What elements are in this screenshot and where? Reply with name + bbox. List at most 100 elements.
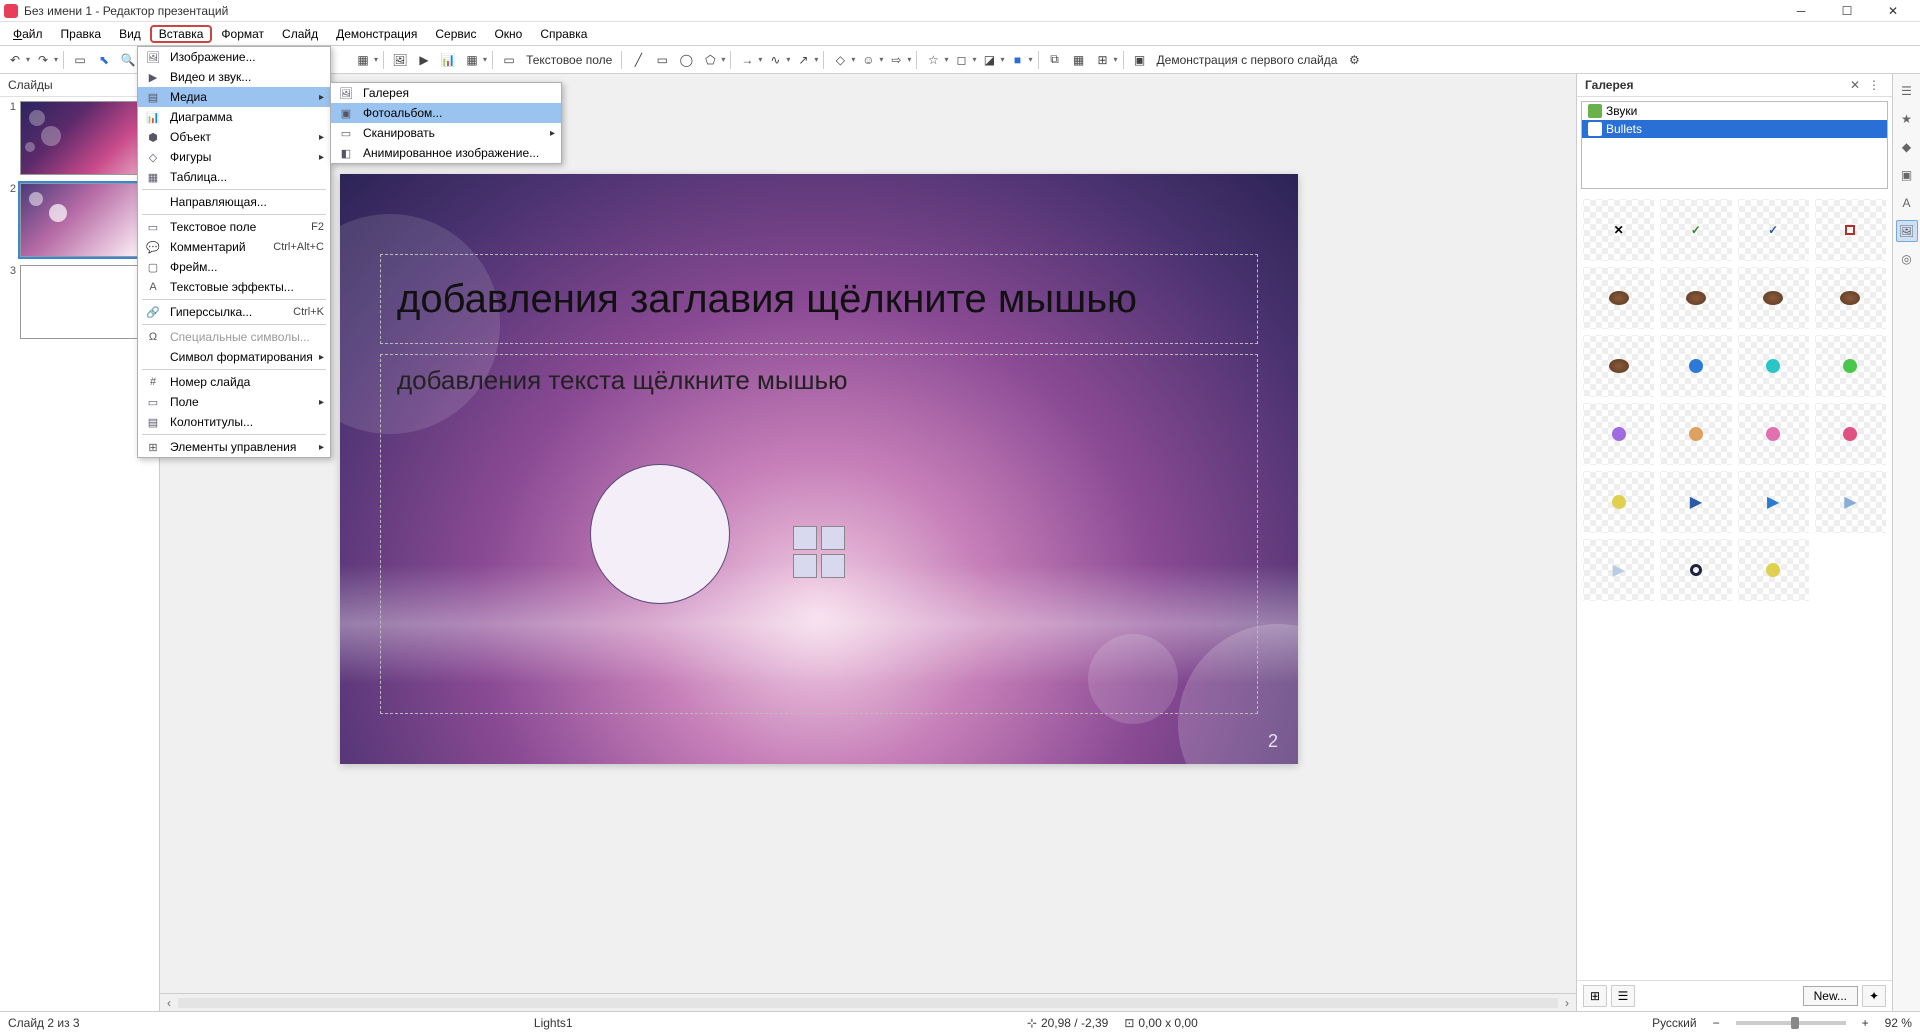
filter-tool[interactable]: ▦ xyxy=(1068,49,1090,71)
menu-item-shapes[interactable]: ◇Фигуры▸ xyxy=(138,147,330,167)
gallery-bullet-item[interactable] xyxy=(1738,335,1809,397)
master-tab[interactable]: ▣ xyxy=(1896,164,1918,186)
gallery-bullet-item[interactable] xyxy=(1815,267,1886,329)
textbox-button[interactable]: ▭ xyxy=(498,49,520,71)
menu-item-object[interactable]: ⬢Объект▸ xyxy=(138,127,330,147)
gallery-menu-button[interactable]: ⋮ xyxy=(1864,78,1884,92)
minimize-button[interactable]: ─ xyxy=(1778,0,1824,22)
menu-item-comment[interactable]: 💬КомментарийCtrl+Alt+C xyxy=(138,237,330,257)
gallery-bullet-item[interactable]: ▶ xyxy=(1660,471,1731,533)
gallery-bullet-item[interactable] xyxy=(1815,403,1886,465)
gallery-bullet-item[interactable]: ✓ xyxy=(1660,199,1731,261)
submenu-item-photo-album[interactable]: ▣Фотоальбом... xyxy=(331,103,561,123)
slide-canvas[interactable]: добавления заглавия щёлкните мышью добав… xyxy=(340,174,1298,764)
av-button[interactable]: ▶ xyxy=(413,49,435,71)
menu-item-video-sound[interactable]: ▶Видео и звук... xyxy=(138,67,330,87)
line-tool[interactable]: ╱ xyxy=(627,49,649,71)
gallery-bullet-item[interactable]: ▶ xyxy=(1583,539,1654,601)
undo-dropdown[interactable]: ▾ xyxy=(26,55,30,64)
slideshow-settings-button[interactable]: ⚙ xyxy=(1343,49,1365,71)
insert-media-icon[interactable] xyxy=(821,554,845,578)
zoom-tool[interactable]: 🔍 xyxy=(117,49,139,71)
menu-item-header-footer[interactable]: ▤Колонтитулы... xyxy=(138,412,330,432)
basic-shapes-tool[interactable]: ◇ xyxy=(829,49,851,71)
gallery-bullet-item[interactable] xyxy=(1738,267,1809,329)
menu-item-textbox[interactable]: ▭Текстовое полеF2 xyxy=(138,217,330,237)
slide-thumb-2[interactable]: 2 xyxy=(4,183,155,257)
animation-tab[interactable]: ◆ xyxy=(1896,136,1918,158)
submenu-item-animated-image[interactable]: ◧Анимированное изображение... xyxy=(331,143,561,163)
insert-table-icon[interactable] xyxy=(793,526,817,550)
gallery-tab[interactable]: 🖼 xyxy=(1896,220,1918,242)
menu-item-table[interactable]: ▦Таблица... xyxy=(138,167,330,187)
gallery-bullet-item[interactable]: ✓ xyxy=(1738,199,1809,261)
properties-tab[interactable]: ☰ xyxy=(1896,80,1918,102)
menu-item-frame[interactable]: ▢Фрейм... xyxy=(138,257,330,277)
gallery-bullet-item[interactable]: ▶ xyxy=(1738,471,1809,533)
callouts-tool[interactable]: ◻ xyxy=(950,49,972,71)
symbol-shapes-tool[interactable]: ☺ xyxy=(857,49,879,71)
undo-button[interactable]: ↶ xyxy=(4,49,26,71)
menu-item-image[interactable]: 🖼Изображение... xyxy=(138,47,330,67)
menu-item-field[interactable]: ▭Поле▸ xyxy=(138,392,330,412)
gallery-bullet-item[interactable] xyxy=(1815,199,1886,261)
menu-item-formatting-mark[interactable]: Символ форматирования▸ xyxy=(138,347,330,367)
gallery-bullet-item[interactable] xyxy=(1738,403,1809,465)
pointer-tool[interactable]: ▭ xyxy=(69,49,91,71)
gallery-bullet-item[interactable] xyxy=(1660,403,1731,465)
gallery-tree[interactable]: Звуки Bullets xyxy=(1581,101,1888,189)
gallery-bullet-item[interactable]: ✕ xyxy=(1583,199,1654,261)
redo-button[interactable]: ↷ xyxy=(32,49,54,71)
gallery-bullet-item[interactable] xyxy=(1660,267,1731,329)
maximize-button[interactable]: ☐ xyxy=(1824,0,1870,22)
insert-image-icon[interactable] xyxy=(793,554,817,578)
horizontal-scrollbar[interactable]: ‹ › xyxy=(160,993,1576,1011)
menu-slideshow[interactable]: Демонстрация xyxy=(327,25,426,43)
scroll-track[interactable] xyxy=(178,998,1558,1008)
menu-item-slide-number[interactable]: #Номер слайда xyxy=(138,372,330,392)
ellipse-tool[interactable]: ◯ xyxy=(675,49,697,71)
menu-slide[interactable]: Слайд xyxy=(273,25,327,43)
tree-item-sounds[interactable]: Звуки xyxy=(1582,102,1887,120)
menu-item-special-chars[interactable]: ΩСпециальные символы... xyxy=(138,327,330,347)
table-button[interactable]: ▦ xyxy=(461,49,483,71)
stars-tool[interactable]: ☆ xyxy=(922,49,944,71)
gallery-bullet-item[interactable] xyxy=(1815,335,1886,397)
menu-item-controls[interactable]: ⊞Элементы управления▸ xyxy=(138,437,330,457)
gallery-bullet-item[interactable] xyxy=(1583,403,1654,465)
gallery-close-button[interactable]: ✕ xyxy=(1846,78,1864,92)
menu-edit[interactable]: Правка xyxy=(52,25,111,43)
gallery-grid[interactable]: ✕✓✓▶▶▶▶ xyxy=(1577,193,1892,980)
menu-tools[interactable]: Сервис xyxy=(426,25,485,43)
menu-item-media[interactable]: ▤Медиа▸ xyxy=(138,87,330,107)
rect-tool[interactable]: ▭ xyxy=(651,49,673,71)
title-placeholder[interactable]: добавления заглавия щёлкните мышью xyxy=(380,254,1258,344)
slideshow-button[interactable]: ▣ xyxy=(1129,49,1151,71)
new-theme-button[interactable]: New... xyxy=(1803,986,1858,1006)
menu-item-text-effects[interactable]: AТекстовые эффекты... xyxy=(138,277,330,297)
insert-chart-icon[interactable] xyxy=(821,526,845,550)
menu-file[interactable]: Файл xyxy=(4,25,52,43)
align-tool[interactable]: ⊞ xyxy=(1092,49,1114,71)
zoom-in-button[interactable]: + xyxy=(1862,1016,1869,1030)
slide-layout-button[interactable]: ▦ xyxy=(352,49,374,71)
menu-item-guide[interactable]: Направляющая... xyxy=(138,192,330,212)
list-view-button[interactable]: ☰ xyxy=(1611,985,1635,1007)
gallery-bullet-item[interactable] xyxy=(1738,539,1809,601)
gallery-extra-button[interactable]: ✦ xyxy=(1862,985,1886,1007)
content-placeholder[interactable]: добавления текста щёлкните мышью xyxy=(380,354,1258,714)
menu-help[interactable]: Справка xyxy=(531,25,596,43)
slide-thumb-3[interactable]: 3 xyxy=(4,265,155,339)
scroll-left-icon[interactable]: ‹ xyxy=(160,996,178,1010)
gallery-bullet-item[interactable] xyxy=(1660,335,1731,397)
gallery-bullet-item[interactable] xyxy=(1583,335,1654,397)
zoom-slider[interactable] xyxy=(1736,1021,1846,1025)
content-insert-icons[interactable] xyxy=(793,526,845,578)
gallery-bullet-item[interactable] xyxy=(1583,471,1654,533)
menu-window[interactable]: Окно xyxy=(485,25,531,43)
crop-tool[interactable]: ⧉ xyxy=(1044,49,1066,71)
menu-view[interactable]: Вид xyxy=(110,25,150,43)
scroll-right-icon[interactable]: › xyxy=(1558,996,1576,1010)
fill-color-tool[interactable]: ■ xyxy=(1006,49,1028,71)
menu-item-hyperlink[interactable]: 🔗Гиперссылка...Ctrl+K xyxy=(138,302,330,322)
